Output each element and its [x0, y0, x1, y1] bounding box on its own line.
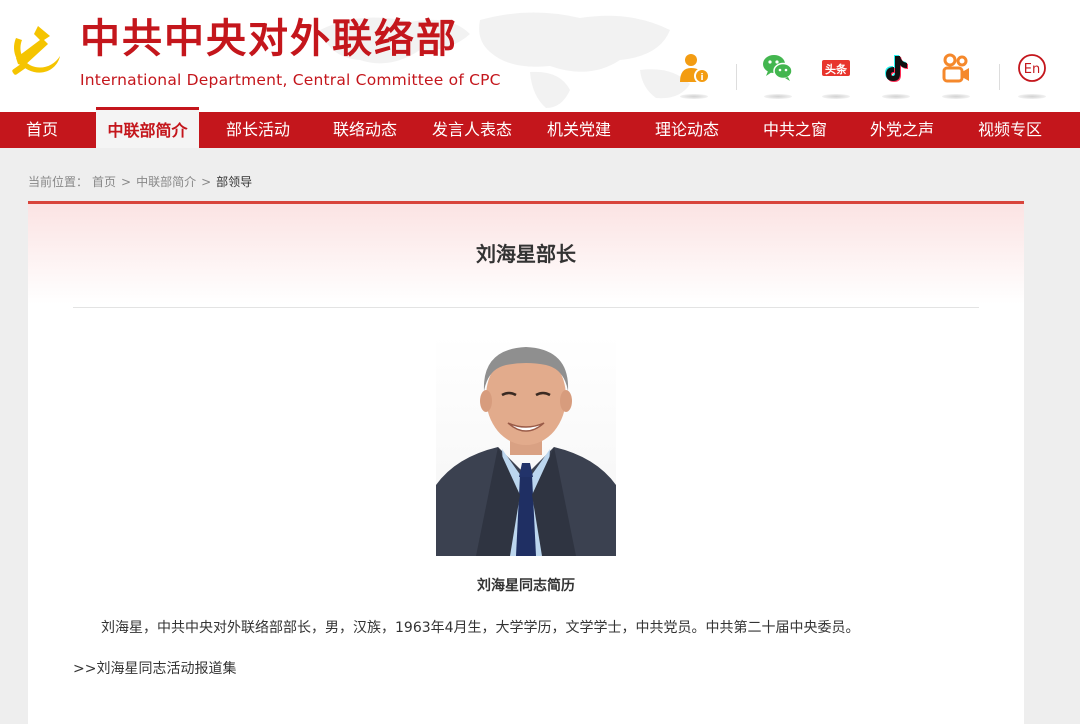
wechat-icon	[762, 52, 794, 84]
biography-text: 刘海星，中共中央对外联络部部长，男，汉族，1963年4月生，大学学历，文学学士，…	[101, 620, 860, 636]
svg-text:i: i	[700, 73, 703, 83]
portrait-photo	[436, 335, 616, 556]
header-divider	[999, 64, 1000, 90]
douyin-icon	[880, 52, 912, 84]
kuaishou-icon	[940, 52, 972, 84]
page-title: 刘海星部长	[476, 242, 576, 266]
breadcrumb-home[interactable]: 首页	[92, 175, 116, 189]
site-header: 中共中央对外联络部 International Department, Cent…	[0, 0, 1080, 112]
nav-item-minister-activities[interactable]: 部长活动	[210, 112, 306, 148]
nav-item-liaison-news[interactable]: 联络动态	[317, 112, 413, 148]
nav-item-video[interactable]: 视频专区	[962, 112, 1058, 148]
toutiao-link[interactable]: 头条	[816, 52, 856, 104]
header-divider	[736, 64, 737, 90]
activity-reports-link[interactable]: >>刘海星同志活动报道集	[73, 659, 236, 679]
breadcrumb-current: 部领导	[216, 175, 253, 189]
nav-item-party-building[interactable]: 机关党建	[531, 112, 627, 148]
breadcrumb-separator: >	[121, 175, 132, 189]
english-icon: En	[1016, 52, 1048, 84]
article-card: 刘海星部长 刘海星同志简历 刘海星，中共中央对外联络部部长，男，汉族，1963年…	[28, 201, 1024, 724]
person-info-icon: i	[678, 52, 710, 84]
breadcrumb-about[interactable]: 中联部简介	[136, 175, 196, 189]
nav-item-foreign-parties[interactable]: 外党之声	[854, 112, 950, 148]
party-emblem-logo[interactable]	[4, 18, 64, 80]
english-site-link[interactable]: En	[1012, 52, 1052, 104]
toutiao-icon: 头条	[820, 52, 852, 84]
nav-item-about[interactable]: 中联部简介	[96, 107, 199, 148]
breadcrumb-separator: >	[201, 175, 212, 189]
photo-caption: 刘海星同志简历	[477, 578, 575, 594]
main-nav: 首页 中联部简介 部长活动 联络动态 发言人表态 机关党建 理论动态 中共之窗 …	[0, 107, 1080, 148]
toutiao-icon-label: 头条	[825, 62, 848, 76]
wechat-link[interactable]	[758, 52, 798, 104]
breadcrumb: 当前位置： 首页 > 中联部简介 > 部领导	[28, 174, 256, 190]
site-title-english[interactable]: International Department, Central Commit…	[80, 70, 501, 90]
site-title-chinese[interactable]: 中共中央对外联络部	[80, 15, 458, 63]
title-divider	[73, 307, 979, 308]
info-link[interactable]: i	[674, 52, 714, 104]
nav-item-spokesperson[interactable]: 发言人表态	[421, 112, 523, 148]
nav-item-theory[interactable]: 理论动态	[639, 112, 735, 148]
nav-item-home[interactable]: 首页	[0, 112, 84, 148]
kuaishou-link[interactable]	[936, 52, 976, 104]
douyin-link[interactable]	[876, 52, 916, 104]
breadcrumb-label: 当前位置：	[28, 175, 89, 189]
nav-item-cpc-window[interactable]: 中共之窗	[747, 112, 843, 148]
english-icon-label: En	[1024, 62, 1040, 77]
